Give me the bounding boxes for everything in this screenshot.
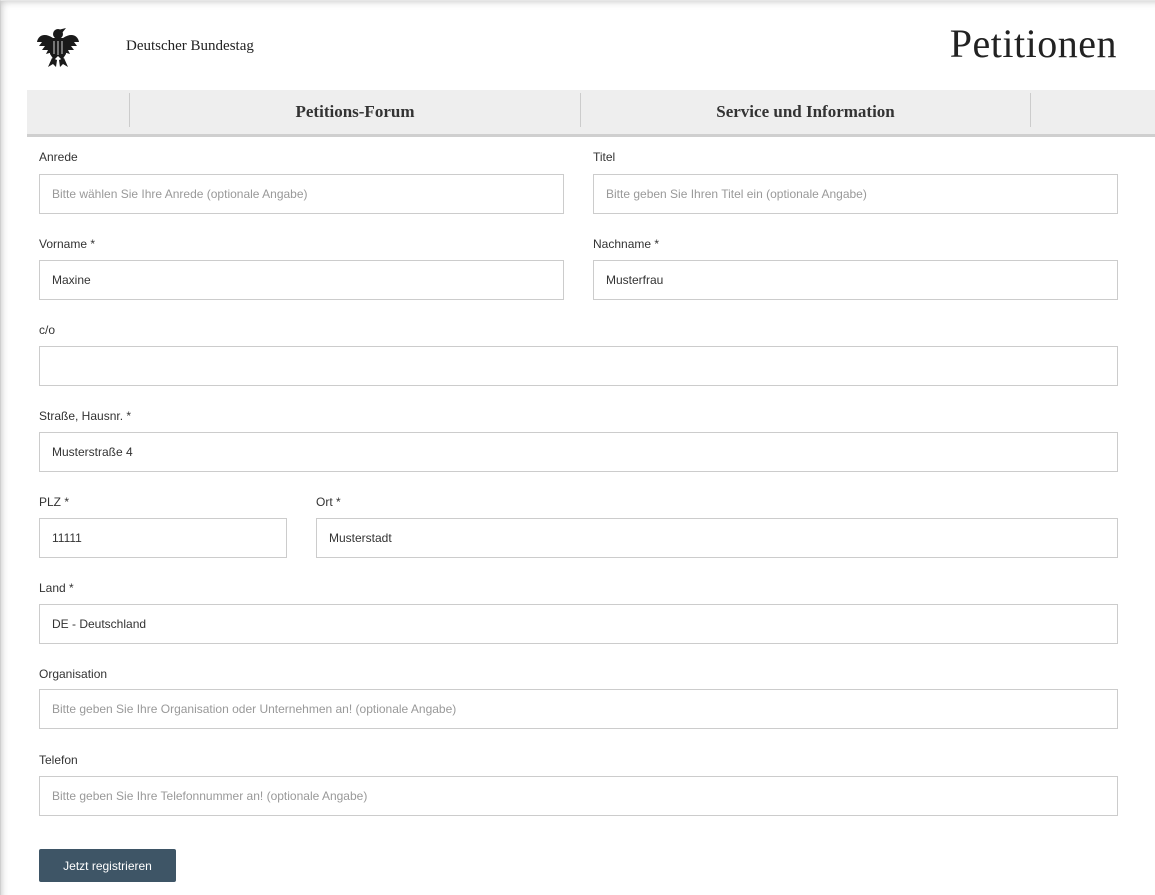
telefon-input[interactable] bbox=[39, 776, 1118, 816]
land-select[interactable] bbox=[39, 604, 1118, 644]
organisation-input[interactable] bbox=[39, 689, 1118, 729]
vorname-input[interactable] bbox=[39, 260, 564, 300]
titel-input[interactable] bbox=[593, 174, 1118, 214]
plz-label: PLZ * bbox=[39, 495, 70, 509]
organisation-label: Organisation bbox=[39, 667, 108, 681]
nachname-input[interactable] bbox=[593, 260, 1118, 300]
nav-separator bbox=[1030, 93, 1031, 127]
tab-petitions-forum[interactable]: Petitions-Forum bbox=[130, 90, 580, 134]
strasse-label: Straße, Hausnr. * bbox=[39, 409, 132, 423]
plz-input[interactable] bbox=[39, 518, 287, 558]
titel-label: Titel bbox=[593, 150, 616, 164]
site-header: Deutscher Bundestag Petitionen bbox=[0, 0, 1155, 90]
anrede-label: Anrede bbox=[39, 150, 78, 164]
organization-name: Deutscher Bundestag bbox=[126, 38, 254, 54]
register-button[interactable]: Jetzt registrieren bbox=[39, 849, 176, 882]
page-title: Petitionen bbox=[949, 21, 1117, 66]
ort-label: Ort * bbox=[316, 495, 341, 509]
land-label: Land * bbox=[39, 581, 74, 595]
vorname-label: Vorname * bbox=[39, 237, 96, 251]
nachname-label: Nachname * bbox=[593, 237, 660, 251]
tab-service-information[interactable]: Service und Information bbox=[581, 90, 1030, 134]
anrede-select[interactable] bbox=[39, 174, 564, 214]
ort-input[interactable] bbox=[316, 518, 1118, 558]
co-input[interactable] bbox=[39, 346, 1118, 386]
co-label: c/o bbox=[39, 323, 56, 337]
telefon-label: Telefon bbox=[39, 753, 78, 767]
main-navigation: Petitions-Forum Service und Information bbox=[27, 90, 1155, 137]
strasse-input[interactable] bbox=[39, 432, 1118, 472]
federal-eagle-icon[interactable] bbox=[36, 26, 80, 68]
